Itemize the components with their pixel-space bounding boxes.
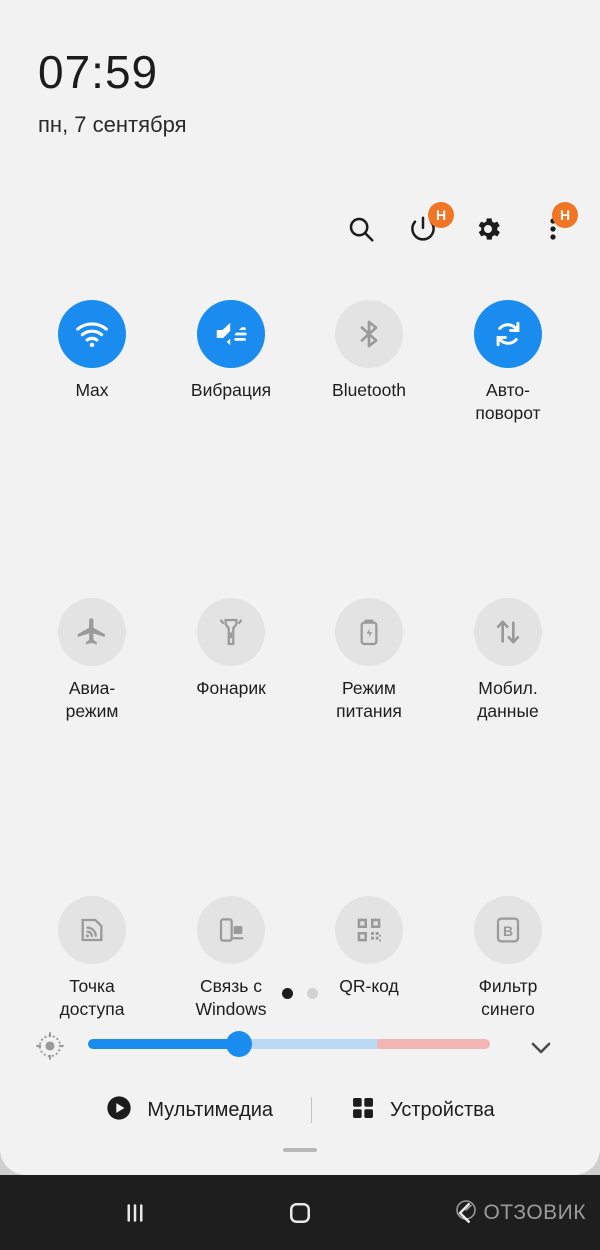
tile-row: Точка доступа Связь с Windows QR-код B Ф… bbox=[0, 896, 600, 1034]
phone-screen: 07:59 пн, 7 сентября H H Max Вибрация Bl… bbox=[0, 0, 600, 1250]
watermark: ОТЗОВИК bbox=[454, 1198, 586, 1227]
devices-grid-icon bbox=[350, 1095, 376, 1126]
tile-label: Вибрация bbox=[190, 380, 272, 400]
otzovik-logo-icon bbox=[454, 1198, 478, 1227]
tile-hotspot[interactable]: Точка доступа bbox=[22, 896, 162, 1021]
brightness-slider[interactable] bbox=[88, 1039, 490, 1049]
tile-label: Мобил. данные bbox=[477, 678, 539, 721]
recents-button[interactable] bbox=[90, 1175, 180, 1250]
brightness-icon bbox=[34, 1030, 66, 1067]
airplane-icon bbox=[58, 598, 126, 666]
brightness-row bbox=[0, 1022, 600, 1070]
tile-row: Авиа- режим Фонарик Режим питания Мобил.… bbox=[0, 598, 600, 736]
page-dot-2[interactable] bbox=[307, 988, 318, 999]
bar-divider bbox=[311, 1097, 313, 1123]
hotspot-icon bbox=[58, 896, 126, 964]
qr-code-icon bbox=[335, 896, 403, 964]
home-button[interactable] bbox=[255, 1175, 345, 1250]
tile-label: Авто- поворот bbox=[475, 380, 541, 423]
tile-flashlight[interactable]: Фонарик bbox=[161, 598, 301, 700]
bluetooth-icon bbox=[335, 300, 403, 368]
tile-wifi[interactable]: Max bbox=[22, 300, 162, 402]
overflow-badge: H bbox=[552, 202, 578, 228]
search-icon[interactable] bbox=[338, 206, 384, 252]
link-to-windows-icon bbox=[197, 896, 265, 964]
page-dot-1[interactable] bbox=[282, 988, 293, 999]
settings-gear-icon[interactable] bbox=[465, 206, 511, 252]
tile-label: Max bbox=[75, 380, 109, 400]
tile-link-to-windows[interactable]: Связь с Windows bbox=[161, 896, 301, 1021]
power-badge: H bbox=[428, 202, 454, 228]
chevron-down-icon[interactable] bbox=[526, 1032, 556, 1067]
tile-row: Max Вибрация Bluetooth Авто- поворот bbox=[0, 300, 600, 438]
tile-label: Bluetooth bbox=[332, 380, 406, 400]
blue-light-filter-icon: B bbox=[474, 896, 542, 964]
quick-settings-header: H H bbox=[0, 200, 600, 260]
media-label: Мультимедиа bbox=[147, 1098, 274, 1121]
media-play-icon bbox=[105, 1094, 133, 1127]
quick-settings-panel: 07:59 пн, 7 сентября H H Max Вибрация Bl… bbox=[0, 0, 600, 1175]
power-mode-icon bbox=[335, 598, 403, 666]
flashlight-icon bbox=[197, 598, 265, 666]
tile-auto-rotate[interactable]: Авто- поворот bbox=[438, 300, 578, 425]
devices-button[interactable]: Устройства bbox=[350, 1095, 495, 1126]
tile-mobile-data[interactable]: Мобил. данные bbox=[438, 598, 578, 723]
devices-label: Устройства bbox=[390, 1098, 495, 1121]
tile-power-mode[interactable]: Режим питания bbox=[299, 598, 439, 723]
tile-label: Авиа- режим bbox=[65, 678, 119, 721]
tile-blue-light-filter[interactable]: B Фильтр синего bbox=[438, 896, 578, 1021]
panel-drag-handle[interactable] bbox=[283, 1148, 317, 1152]
svg-text:B: B bbox=[503, 923, 513, 939]
media-devices-bar: Мультимедиа Устройства bbox=[0, 1082, 600, 1138]
tile-grid: Max Вибрация Bluetooth Авто- поворот Ави… bbox=[0, 300, 600, 1019]
tile-bluetooth[interactable]: Bluetooth bbox=[299, 300, 439, 402]
tile-vibrate[interactable]: Вибрация bbox=[161, 300, 301, 402]
vibrate-mute-icon bbox=[197, 300, 265, 368]
auto-rotate-icon bbox=[474, 300, 542, 368]
page-indicator[interactable] bbox=[0, 988, 600, 999]
mobile-data-icon bbox=[474, 598, 542, 666]
wifi-icon bbox=[58, 300, 126, 368]
tile-qr-code[interactable]: QR-код bbox=[299, 896, 439, 998]
status-date: пн, 7 сентября bbox=[38, 112, 187, 137]
tile-airplane[interactable]: Авиа- режим bbox=[22, 598, 162, 723]
watermark-text: ОТЗОВИК bbox=[483, 1200, 586, 1224]
media-button[interactable]: Мультимедиа bbox=[105, 1094, 273, 1127]
tile-label: Фонарик bbox=[196, 678, 266, 698]
tile-label: Режим питания bbox=[336, 678, 402, 721]
status-clock: 07:59 bbox=[38, 46, 159, 98]
brightness-slider-knob[interactable] bbox=[226, 1031, 252, 1057]
